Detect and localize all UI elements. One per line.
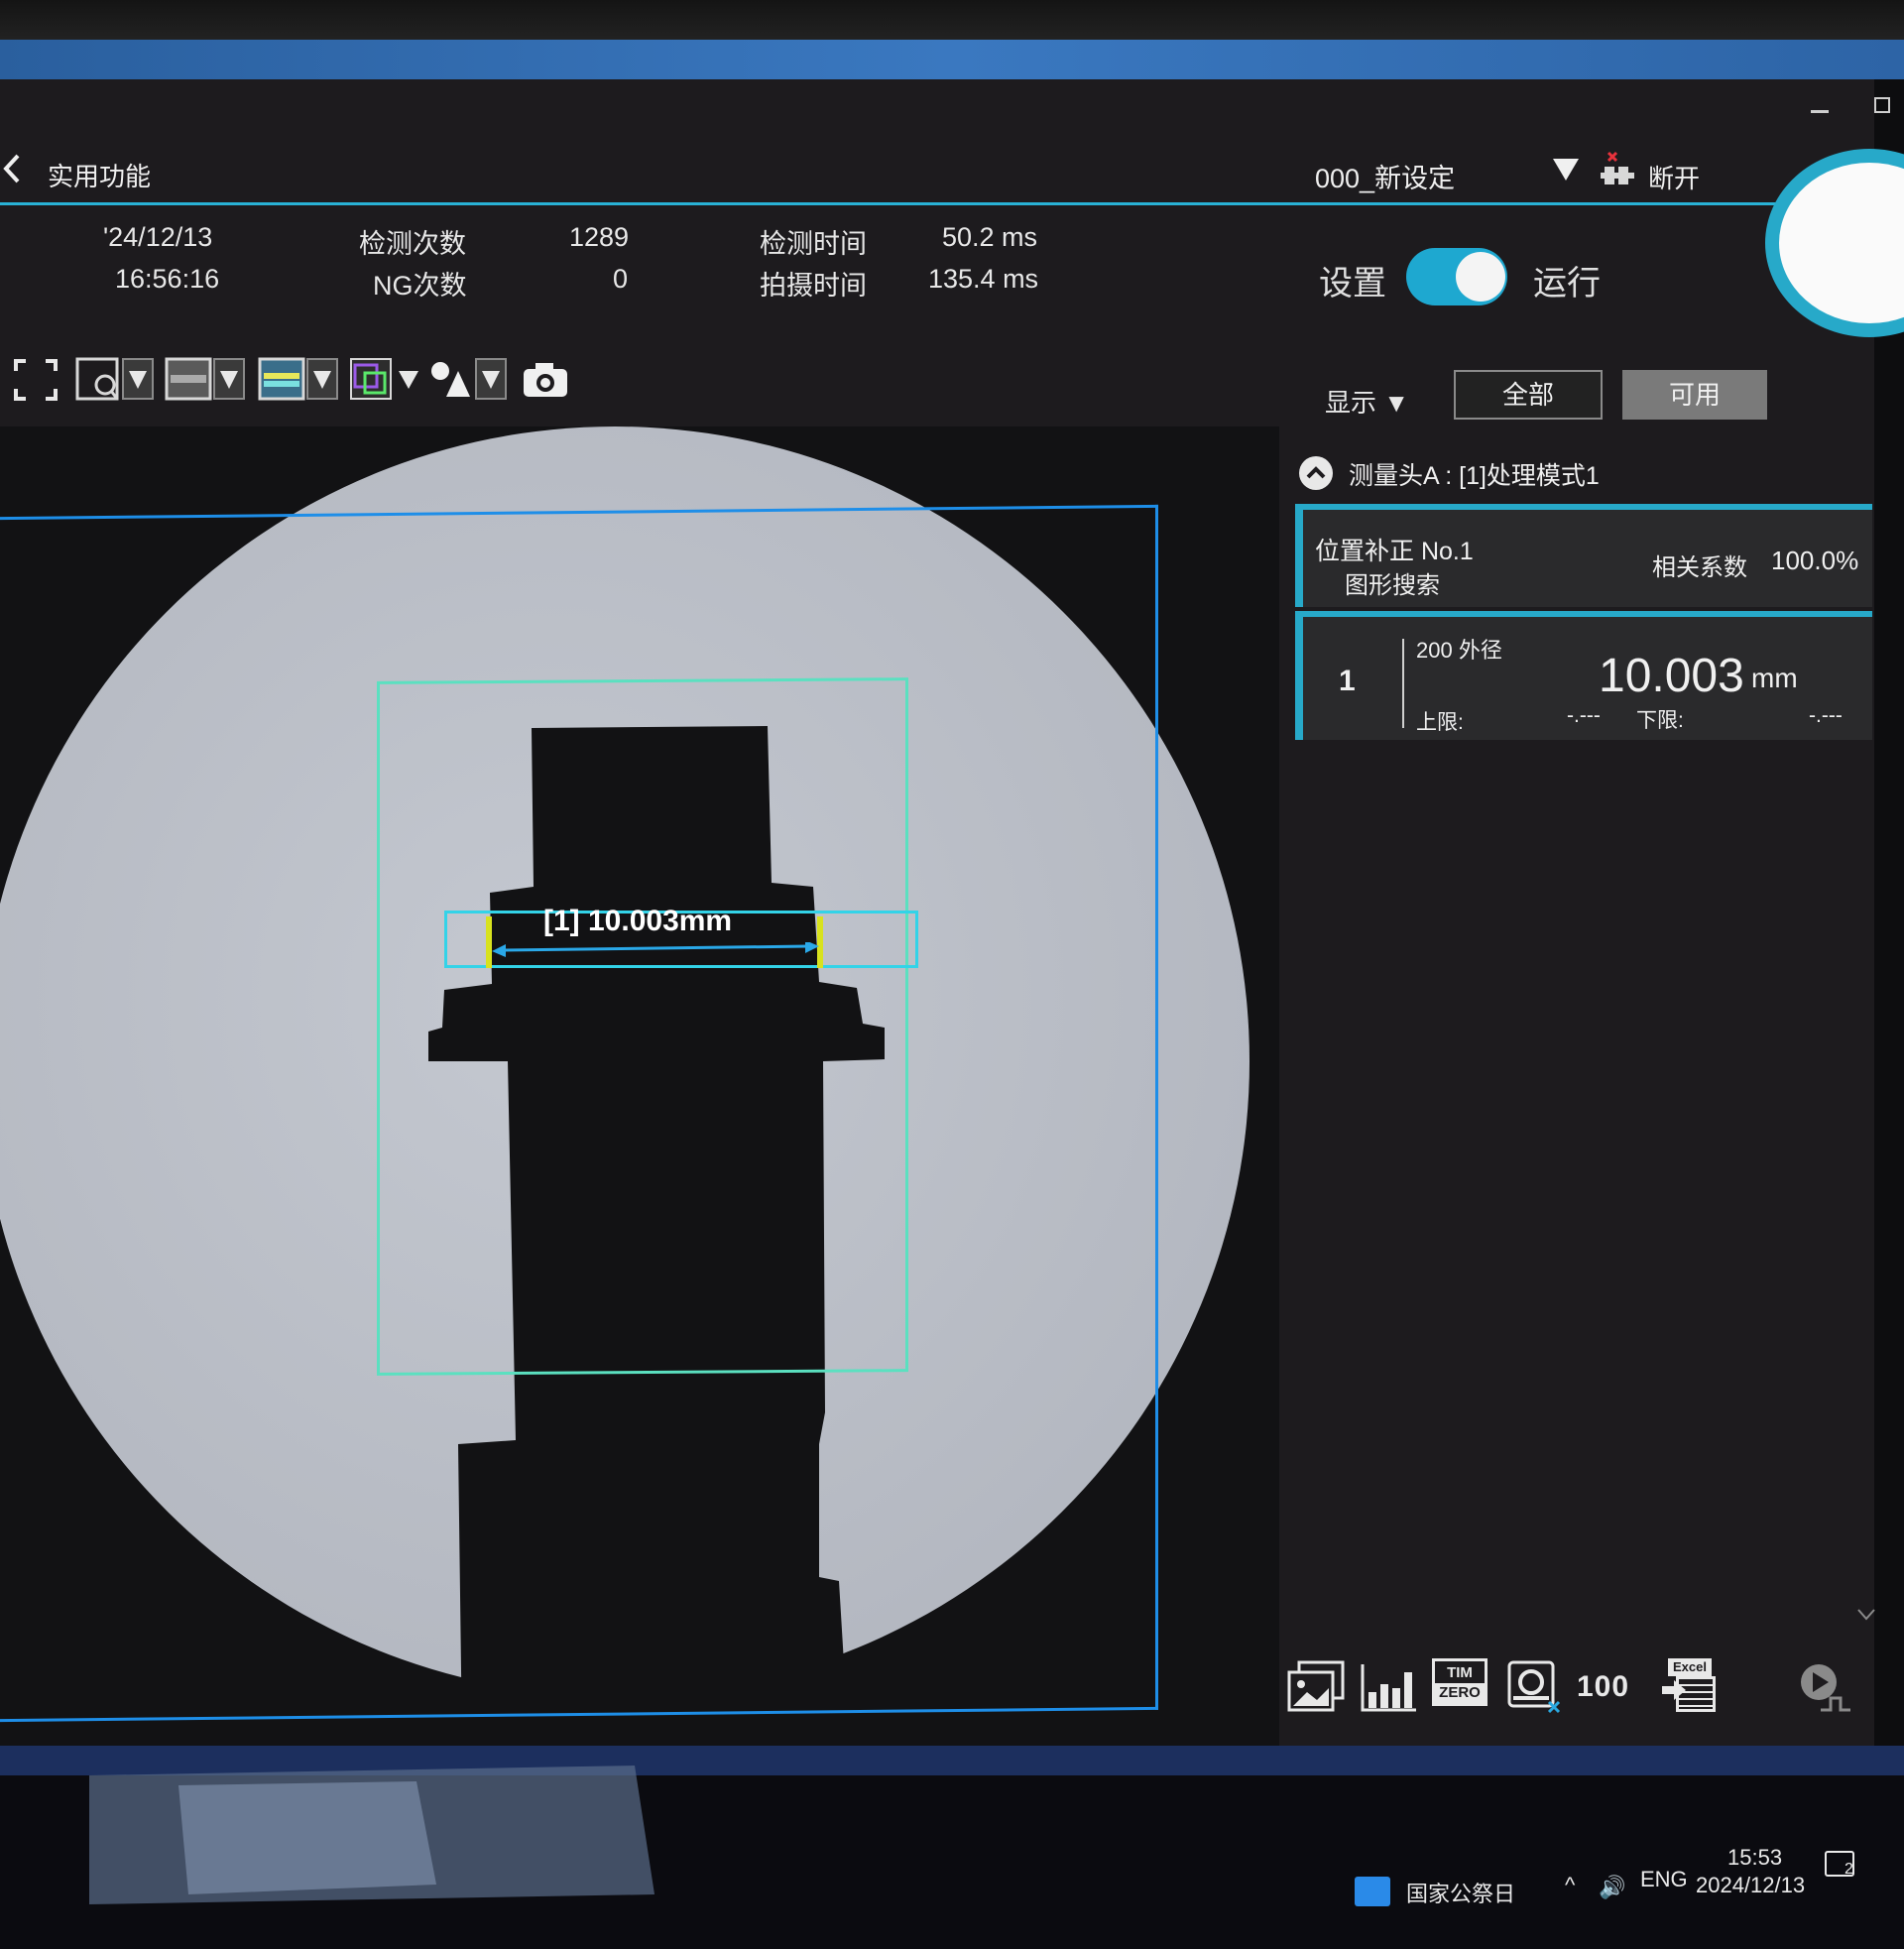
measurement-unit: mm <box>1751 663 1798 693</box>
measurement-value: 10.003 <box>1599 650 1744 702</box>
display-menu-label: 显示 <box>1325 388 1377 418</box>
correlation-label: 相关系数 <box>1652 554 1747 581</box>
clock-time[interactable]: 15:53 <box>1727 1845 1782 1871</box>
inspection-count-value: 1289 <box>569 222 630 252</box>
ng-count-value: 0 <box>613 264 629 294</box>
maximize-button[interactable] <box>1874 97 1890 113</box>
ng-count-label: NG次数 <box>373 271 467 301</box>
program-selector[interactable]: 000_新设定 <box>1315 157 1455 195</box>
excel-label: Excel <box>1668 1658 1712 1676</box>
position-tool-subtitle: 图形搜索 <box>1345 572 1440 599</box>
setup-mode-label: 设置 <box>1319 265 1386 303</box>
lower-limit-value: -.--- <box>1809 704 1843 727</box>
inspection-time-label: 检测时间 <box>760 229 867 259</box>
roi-overlay-icon[interactable] <box>347 355 426 405</box>
inspection-time-value: 50.2 ms <box>942 222 1038 252</box>
trigger-pulse-icon[interactable] <box>1797 1658 1854 1716</box>
status-date: '24/12/13 <box>103 222 213 252</box>
image-history-icon[interactable] <box>1285 1658 1347 1716</box>
volume-icon[interactable]: 🔊 <box>1599 1875 1625 1900</box>
notification-count: 2 <box>1844 1861 1853 1878</box>
disconnect-icon[interactable] <box>1599 151 1636 190</box>
lower-limit-label: 下限: <box>1636 709 1684 732</box>
image-filter-icon[interactable] <box>256 355 341 405</box>
disconnect-label[interactable]: 断开 <box>1648 159 1700 195</box>
display-layout-icon[interactable] <box>163 355 248 405</box>
show-enabled-button[interactable]: 可用 <box>1622 370 1767 420</box>
measurement-overlay-label: [1] 10.003mm <box>543 905 733 937</box>
measurement-card[interactable]: 1 200 外径 10.003 mm 上限: -.--- 下限: -.--- <box>1295 611 1872 740</box>
inspection-count-label: 检测次数 <box>359 229 466 259</box>
zoom-region-icon[interactable] <box>73 355 159 405</box>
chevron-up-icon[interactable]: ^ <box>1565 1873 1575 1898</box>
upper-limit-label: 上限: <box>1416 711 1464 734</box>
window-titlebar <box>0 40 1904 79</box>
utility-menu-title[interactable]: 实用功能 <box>48 157 151 193</box>
counter-icon[interactable]: 100 <box>1577 1670 1629 1728</box>
chevron-up-icon[interactable] <box>1299 456 1333 490</box>
show-all-button[interactable]: 全部 <box>1454 370 1603 420</box>
monitor-bezel <box>0 0 1904 40</box>
toggle-knob <box>1456 252 1505 302</box>
image-clear-icon[interactable] <box>1505 1658 1567 1716</box>
calendar-widget-icon[interactable] <box>1355 1877 1390 1906</box>
marker-shape-icon[interactable] <box>426 355 510 405</box>
capture-time-label: 拍摄时间 <box>760 271 867 301</box>
upper-limit-value: -.--- <box>1567 704 1601 727</box>
chevron-down-icon[interactable] <box>1553 159 1579 181</box>
capture-time-value: 135.4 ms <box>928 264 1039 294</box>
header-divider <box>0 202 1785 205</box>
holiday-widget-text[interactable]: 国家公祭日 <box>1406 1877 1515 1908</box>
scroll-down-icon[interactable] <box>1856 1607 1876 1623</box>
tim-zero-icon[interactable]: TIM ZERO <box>1432 1658 1488 1716</box>
statistics-chart-icon[interactable] <box>1359 1658 1420 1716</box>
dimension-arrow <box>492 942 819 957</box>
position-correction-card[interactable]: 位置补正 No.1 图形搜索 相关系数 100.0% <box>1295 504 1872 607</box>
position-tool-title: 位置补正 No.1 <box>1315 538 1474 565</box>
camera-icon[interactable] <box>520 355 571 405</box>
correlation-value: 100.0% <box>1771 546 1859 575</box>
wallpaper-image <box>0 1746 1904 1949</box>
tim-label: TIM <box>1447 1664 1473 1681</box>
language-indicator[interactable]: ENG <box>1640 1867 1688 1892</box>
fullscreen-icon[interactable] <box>12 355 60 405</box>
measurement-name: 200 外径 <box>1416 638 1502 663</box>
pattern-model-roi[interactable] <box>377 677 908 1376</box>
status-time: 16:56:16 <box>115 264 220 294</box>
zero-label: ZERO <box>1435 1683 1485 1703</box>
back-arrow-icon[interactable] <box>2 154 22 183</box>
excel-export-icon[interactable]: Excel <box>1662 1658 1718 1716</box>
measurement-index: 1 <box>1339 665 1356 697</box>
measurement-head-label: 测量头A : [1]处理模式1 <box>1349 462 1600 490</box>
arrow-right-icon <box>1662 1680 1686 1700</box>
card-divider <box>1402 639 1404 728</box>
display-menu[interactable]: 显示 ▼ <box>1325 383 1409 420</box>
clock-date[interactable]: 2024/12/13 <box>1696 1873 1805 1898</box>
minimize-button[interactable] <box>1811 99 1829 113</box>
run-mode-label: 运行 <box>1533 265 1601 303</box>
chevron-down-icon: ▼ <box>1383 388 1409 418</box>
desktop-background <box>0 1746 1904 1949</box>
